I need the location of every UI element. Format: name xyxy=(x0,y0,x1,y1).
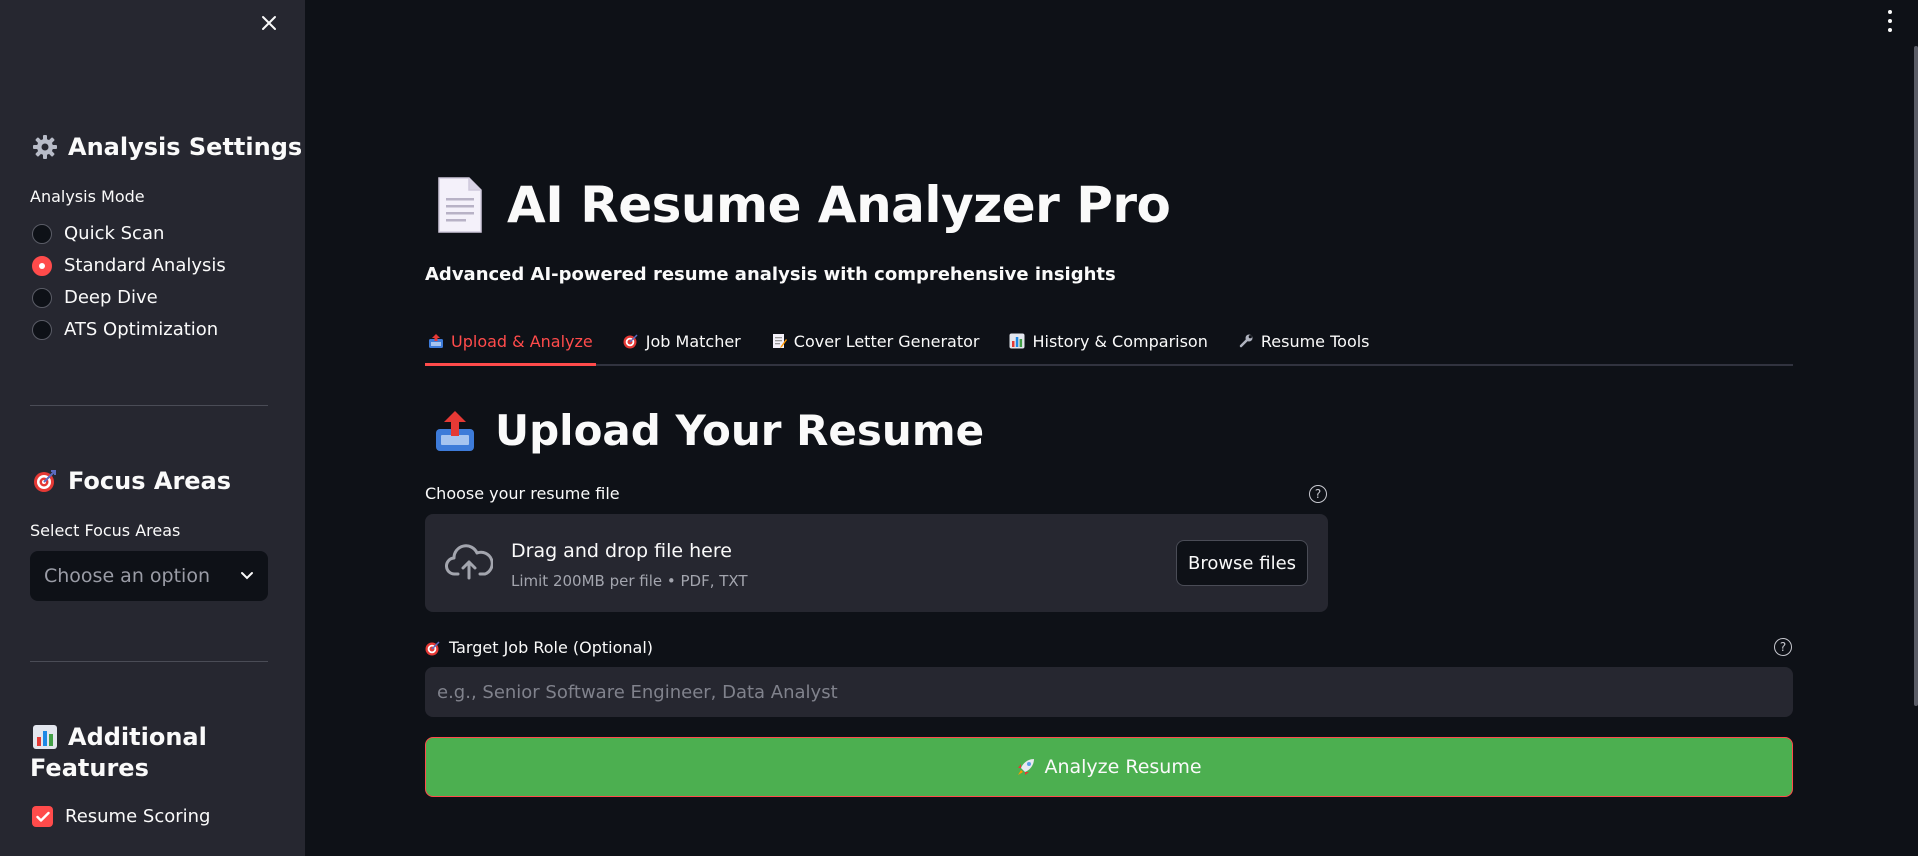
target-icon xyxy=(425,640,440,655)
scrollbar[interactable] xyxy=(1914,46,1918,706)
file-upload-label: Choose your resume file xyxy=(425,484,620,503)
upload-heading: Upload Your Resume xyxy=(495,406,985,455)
sidebar-divider xyxy=(30,661,268,662)
browse-files-button[interactable]: Browse files xyxy=(1176,540,1308,586)
target-icon xyxy=(30,466,60,496)
tab-resume-tools[interactable]: Resume Tools xyxy=(1235,318,1373,364)
wrench-icon xyxy=(1238,333,1254,349)
job-role-input[interactable] xyxy=(425,667,1793,717)
page-title-row: AI Resume Analyzer Pro xyxy=(435,176,1171,234)
tab-label: Job Matcher xyxy=(645,331,741,351)
focus-areas-heading: Focus Areas xyxy=(30,466,231,496)
sidebar-divider xyxy=(30,405,268,406)
gear-icon xyxy=(30,132,60,162)
radio-circle-selected[interactable] xyxy=(32,255,52,276)
tab-label: History & Comparison xyxy=(1032,331,1208,351)
job-role-label-row: Target Job Role (Optional) xyxy=(425,638,653,657)
tab-label: Resume Tools xyxy=(1260,331,1370,351)
radio-circle[interactable] xyxy=(32,223,52,244)
document-icon xyxy=(438,177,482,233)
select-focus-areas-label: Select Focus Areas xyxy=(30,521,181,540)
focus-areas-select[interactable]: Choose an option xyxy=(30,551,268,601)
radio-label: ATS Optimization xyxy=(64,319,219,340)
tab-label: Cover Letter Generator xyxy=(793,331,980,351)
rocket-icon xyxy=(1016,757,1036,777)
analysis-settings-title: Analysis Settings xyxy=(68,133,303,161)
close-icon xyxy=(262,16,276,30)
kebab-dot xyxy=(1888,19,1892,23)
tab-history-comparison[interactable]: History & Comparison xyxy=(1006,318,1210,364)
upload-heading-row: Upload Your Resume xyxy=(433,406,984,455)
bar-chart-icon xyxy=(30,722,60,752)
select-placeholder: Choose an option xyxy=(44,565,210,587)
page-title: AI Resume Analyzer Pro xyxy=(507,176,1171,234)
dropzone-title: Drag and drop file here xyxy=(511,540,732,562)
analyze-button-label: Analyze Resume xyxy=(1044,756,1202,778)
radio-ats-optimization[interactable]: ATS Optimization xyxy=(32,319,218,340)
main-content: AI Resume Analyzer Pro Advanced AI-power… xyxy=(305,0,1918,856)
close-sidebar-button[interactable] xyxy=(256,10,282,36)
analysis-mode-label: Analysis Mode xyxy=(30,187,145,206)
focus-areas-title: Focus Areas xyxy=(68,467,232,495)
inbox-upload-icon xyxy=(428,333,444,349)
checkbox-resume-scoring[interactable]: Resume Scoring xyxy=(32,806,210,827)
additional-features-title-line2: Features xyxy=(30,754,149,782)
dropzone-subtitle: Limit 200MB per file • PDF, TXT xyxy=(511,572,748,590)
kebab-dot xyxy=(1888,28,1892,32)
help-icon[interactable]: ? xyxy=(1309,485,1327,503)
job-role-label: Target Job Role (Optional) xyxy=(449,638,654,657)
kebab-dot xyxy=(1888,10,1892,14)
analysis-settings-heading: Analysis Settings xyxy=(30,132,302,162)
memo-icon xyxy=(771,333,787,349)
radio-standard-analysis[interactable]: Standard Analysis xyxy=(32,255,226,276)
sidebar: Analysis Settings Analysis Mode Quick Sc… xyxy=(0,0,305,856)
checkbox-label: Resume Scoring xyxy=(65,806,211,827)
additional-features-title-line1: Additional xyxy=(68,723,207,751)
radio-circle[interactable] xyxy=(32,287,52,308)
tab-label: Upload & Analyze xyxy=(451,331,593,351)
bar-chart-icon xyxy=(1009,333,1025,349)
radio-label: Quick Scan xyxy=(64,223,165,244)
radio-label: Deep Dive xyxy=(64,287,158,308)
tab-cover-letter-generator[interactable]: Cover Letter Generator xyxy=(768,318,983,364)
tab-bar: Upload & Analyze Job Matcher Cover Lette… xyxy=(425,318,1793,366)
analyze-resume-button[interactable]: Analyze Resume xyxy=(425,737,1793,797)
cloud-upload-icon xyxy=(445,544,493,580)
page-subtitle: Advanced AI-powered resume analysis with… xyxy=(425,264,1116,285)
chevron-down-icon xyxy=(241,572,253,580)
tab-job-matcher[interactable]: Job Matcher xyxy=(620,318,744,364)
main-menu-button[interactable] xyxy=(1884,10,1896,32)
additional-features-heading: Additional Features xyxy=(30,722,207,782)
radio-deep-dive[interactable]: Deep Dive xyxy=(32,287,158,308)
radio-label: Standard Analysis xyxy=(64,255,226,276)
outbox-tray-icon xyxy=(436,410,474,451)
target-icon xyxy=(623,333,639,349)
checkmark-icon xyxy=(35,811,50,822)
tab-upload-analyze[interactable]: Upload & Analyze xyxy=(425,318,596,366)
help-icon[interactable]: ? xyxy=(1774,638,1792,656)
radio-quick-scan[interactable]: Quick Scan xyxy=(32,223,164,244)
file-dropzone[interactable]: Drag and drop file here Limit 200MB per … xyxy=(425,514,1328,612)
checkbox-box-checked[interactable] xyxy=(32,806,53,827)
radio-circle[interactable] xyxy=(32,319,52,340)
